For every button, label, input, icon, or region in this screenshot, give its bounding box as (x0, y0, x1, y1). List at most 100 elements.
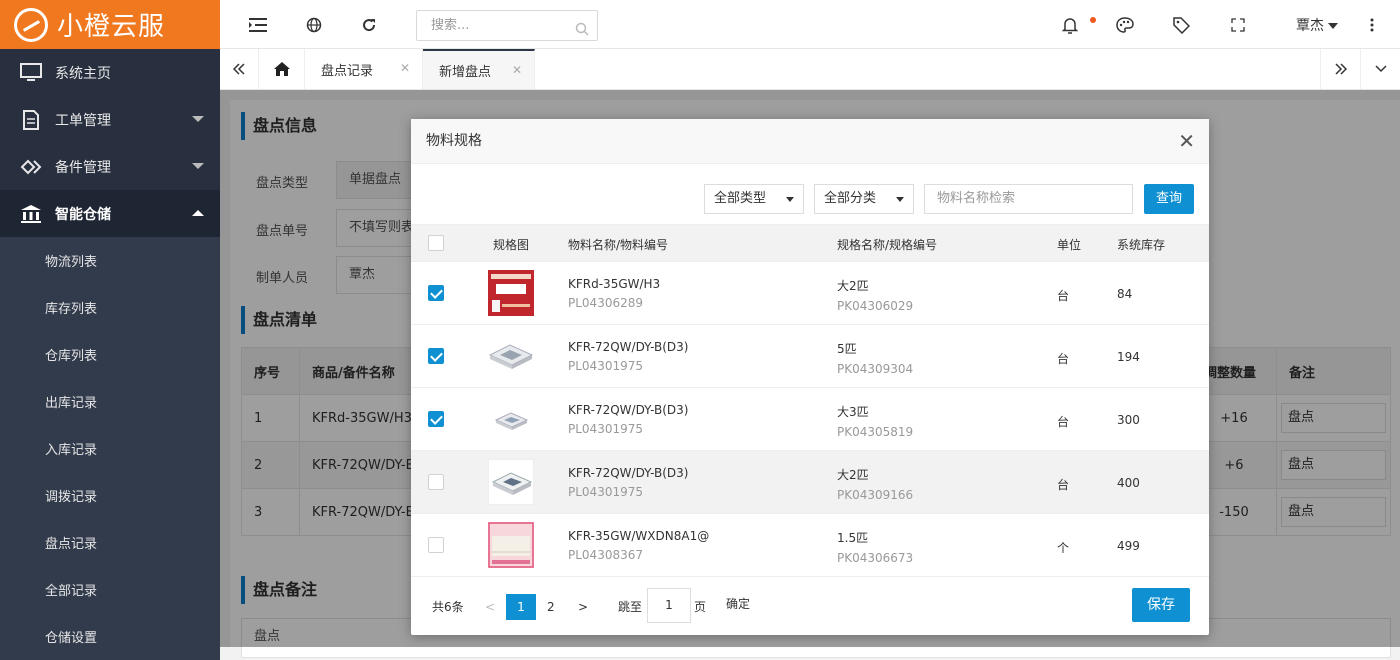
orange-logo-icon (14, 7, 48, 42)
product-thumbnail (488, 270, 534, 316)
tabs-scroll-right-icon[interactable] (1320, 49, 1360, 89)
search-input[interactable]: 搜索... (416, 10, 598, 41)
material-name: KFR-72QW/DY-B(D3) (568, 466, 689, 480)
tab-bar: 盘点记录 ✕ 新增盘点 ✕ (220, 49, 1400, 90)
page-button-2[interactable]: 2 (547, 594, 555, 620)
refresh-icon[interactable] (358, 14, 380, 36)
palette-icon[interactable] (1114, 14, 1136, 36)
material-code: PL04308367 (568, 548, 643, 562)
user-menu[interactable]: 覃杰 (1296, 15, 1338, 35)
tag-icon[interactable] (1170, 14, 1192, 36)
app-logo[interactable]: 小橙云服 (0, 0, 220, 49)
close-icon[interactable]: ✕ (512, 63, 522, 77)
tabs-menu-chevron-down-icon[interactable] (1360, 49, 1400, 89)
sidebar-subitem[interactable]: 出库记录 (0, 378, 220, 425)
bank-icon (20, 204, 42, 224)
spec-cell: 1.5匹 PK04306673 (837, 529, 913, 565)
material-name-cell: KFR-35GW/WXDN8A1@ PL04308367 (568, 529, 709, 562)
stock-cell: 400 (1117, 476, 1140, 490)
modal-footer: 共6条 < 1 2 > 跳至 1 页 确定 保存 (411, 578, 1209, 635)
stock-cell: 300 (1117, 413, 1140, 427)
table-row[interactable]: KFR-72QW/DY-B(D3) PL04301975 大2匹 PK0430916… (411, 451, 1209, 514)
spec-name: 大3匹 (837, 405, 869, 419)
sidebar-item-label: 工单管理 (55, 112, 111, 129)
modal-title: 物料规格 (411, 119, 1209, 164)
spec-code: PK04309304 (837, 362, 914, 376)
material-code: PL04306289 (568, 296, 643, 310)
table-row[interactable]: KFR-72QW/DY-B(D3) PL04301975 大3匹 PK0430581… (411, 388, 1209, 451)
search-placeholder: 搜索... (431, 18, 470, 33)
category-filter-select[interactable]: 全部分类 (814, 184, 914, 214)
jump-confirm-button[interactable]: 确定 (726, 591, 750, 617)
material-spec-modal: 物料规格 ✕ 全部类型 全部分类 物料名称检索 查询 规格图 物料名称/物料编号… (411, 119, 1209, 635)
chevron-down-icon (192, 163, 204, 169)
unit-cell: 台 (1057, 289, 1070, 303)
prev-page-button[interactable]: < (485, 594, 495, 620)
unit-cell: 台 (1057, 415, 1070, 429)
sidebar-subitem[interactable]: 仓储设置 (0, 613, 220, 660)
sidebar-item-home[interactable]: 系统主页 (0, 49, 220, 96)
sidebar-subitem[interactable]: 仓库列表 (0, 331, 220, 378)
close-icon[interactable]: ✕ (400, 61, 410, 75)
row-checkbox[interactable] (428, 285, 444, 301)
product-thumbnail (488, 459, 534, 505)
col-unit: 单位 (1057, 238, 1082, 252)
menu-collapse-icon[interactable] (247, 14, 269, 36)
table-row[interactable]: KFR-72QW/DY-B(D3) PL04301975 5匹 PK04309304… (411, 325, 1209, 388)
sidebar-item-workorder[interactable]: 工单管理 (0, 96, 220, 143)
tab-inventory-records[interactable]: 盘点记录 ✕ (305, 49, 423, 89)
sidebar-subitem[interactable]: 盘点记录 (0, 519, 220, 566)
user-name: 覃杰 (1296, 18, 1324, 34)
sidebar-subitem[interactable]: 全部记录 (0, 566, 220, 613)
more-vertical-icon[interactable] (1361, 14, 1383, 36)
top-header: 搜索... 覃杰 (220, 0, 1400, 49)
material-name: KFR-72QW/DY-B(D3) (568, 340, 689, 354)
chevron-down-icon (192, 116, 204, 122)
material-name-cell: KFR-72QW/DY-B(D3) PL04301975 (568, 403, 688, 436)
spec-code: PK04306673 (837, 551, 914, 565)
sidebar-item-warehouse[interactable]: 智能仓储 (0, 190, 220, 237)
jump-page-input[interactable]: 1 (647, 588, 691, 623)
query-button[interactable]: 查询 (1144, 184, 1194, 214)
app-title: 小橙云服 (57, 12, 166, 42)
fullscreen-icon[interactable] (1227, 14, 1249, 36)
material-name-cell: KFRd-35GW/H3 PL04306289 (568, 277, 660, 310)
sidebar-subitem[interactable]: 入库记录 (0, 425, 220, 472)
type-filter-select[interactable]: 全部类型 (704, 184, 804, 214)
row-checkbox[interactable] (428, 348, 444, 364)
sidebar-subitem[interactable]: 库存列表 (0, 284, 220, 331)
material-search-input[interactable]: 物料名称检索 (924, 184, 1133, 214)
sidebar-subitem[interactable]: 物流列表 (0, 237, 220, 284)
save-button[interactable]: 保存 (1132, 588, 1190, 622)
spec-cell: 大2匹 PK04309166 (837, 466, 913, 502)
unit-cell: 台 (1057, 352, 1070, 366)
row-checkbox[interactable] (428, 537, 444, 553)
tabs-scroll-left-icon[interactable] (220, 49, 259, 89)
next-page-button[interactable]: > (578, 594, 588, 620)
spec-cell: 5匹 PK04309304 (837, 340, 913, 376)
select-value: 全部分类 (824, 191, 877, 206)
page-button-1[interactable]: 1 (506, 594, 536, 620)
globe-icon[interactable] (303, 14, 325, 36)
row-checkbox[interactable] (428, 411, 444, 427)
sidebar-item-spareparts[interactable]: 备件管理 (0, 143, 220, 190)
sidebar-subitem[interactable]: 调拨记录 (0, 472, 220, 519)
sidebar-item-label: 系统主页 (55, 65, 111, 82)
table-row[interactable]: KFR-35GW/WXDN8A1@ PL04308367 1.5匹 PK043066… (411, 514, 1209, 577)
notification-dot (1090, 17, 1096, 23)
spec-code: PK04305819 (837, 425, 914, 439)
tab-new-inventory[interactable]: 新增盘点 ✕ (423, 49, 535, 89)
home-tab-icon[interactable] (259, 49, 305, 89)
select-value: 全部类型 (714, 191, 767, 206)
col-name: 物料名称/物料编号 (568, 238, 669, 252)
table-row[interactable]: KFRd-35GW/H3 PL04306289 大2匹 PK04306029 台 8… (411, 262, 1209, 325)
row-checkbox[interactable] (428, 474, 444, 490)
spec-name: 1.5匹 (837, 531, 869, 545)
close-icon[interactable]: ✕ (1178, 131, 1195, 151)
bell-icon[interactable] (1059, 14, 1081, 36)
select-all-checkbox[interactable] (428, 235, 444, 251)
monitor-icon (20, 62, 42, 83)
material-code: PL04301975 (568, 485, 643, 499)
stock-cell: 84 (1117, 287, 1133, 301)
tab-label: 盘点记录 (321, 63, 374, 79)
